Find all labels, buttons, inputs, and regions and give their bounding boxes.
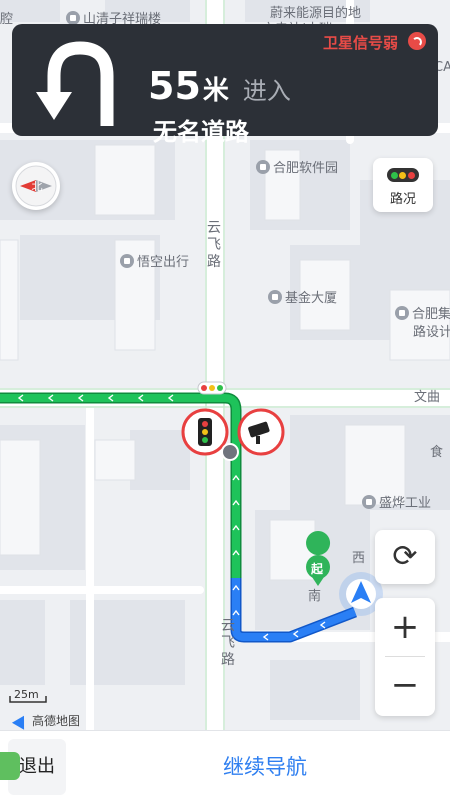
map-scale-bar xyxy=(9,696,47,703)
zoom-in-button[interactable]: + xyxy=(375,598,435,656)
amap-logo-icon xyxy=(11,712,31,730)
next-road-name: 无名道路 xyxy=(153,118,249,146)
map-label-xi: 西 xyxy=(352,551,366,566)
poi-icon xyxy=(395,306,409,320)
map-label-hefei-right: 合肥集 xyxy=(395,303,450,322)
map-label-software-park-text: 合肥软件园 xyxy=(273,161,339,176)
start-marker-label: 起 xyxy=(311,562,324,576)
distance-unit: 米 xyxy=(202,76,229,106)
navigation-banner[interactable]: 55米 进入 无名道路 卫星信号弱 xyxy=(12,24,438,146)
map-label-nan: 南 xyxy=(308,589,322,604)
refresh-icon: ⟳ xyxy=(392,539,418,574)
traffic-light-yellow xyxy=(399,171,407,179)
poi-icon xyxy=(362,495,376,509)
traffic-toggle-button[interactable]: 路况 xyxy=(373,158,433,212)
road-label-yunfei-top: 云飞路 xyxy=(207,220,221,270)
map-label-hefei-right-2: 路设计 xyxy=(413,325,450,340)
traffic-light-green xyxy=(390,171,398,179)
map-label-wukong-text: 悟空出行 xyxy=(137,255,190,270)
compass-icon[interactable]: 北 xyxy=(12,162,60,210)
map-label-food: 食 xyxy=(430,445,444,460)
traffic-light-icon xyxy=(387,168,419,182)
poi-icon xyxy=(120,254,134,268)
zoom-out-button[interactable]: − xyxy=(375,658,435,716)
poi-icon xyxy=(256,160,270,174)
road-label-yunfei-bottom: 云飞路 xyxy=(221,618,235,668)
maneuver-action: 进入 xyxy=(242,77,291,105)
gps-status-text: 卫星信号弱 xyxy=(322,34,398,52)
map-label-shengye: 盛烨工业 xyxy=(362,492,431,511)
map-label-software-park: 合肥软件园 xyxy=(256,157,338,176)
poi-icon xyxy=(268,290,282,304)
zoom-controls: + − xyxy=(375,598,435,716)
amap-brand: 高德地图 xyxy=(11,712,81,730)
map-label-fund-building-text: 基金大厦 xyxy=(285,291,338,306)
map-label-wukong: 悟空出行 xyxy=(120,251,189,270)
svg-text:北: 北 xyxy=(32,180,43,193)
traffic-label: 路况 xyxy=(389,192,416,207)
map-label-shengye-text: 盛烨工业 xyxy=(379,496,432,511)
satellite-signal-icon xyxy=(408,32,426,50)
bottom-action-bar: 退出 继续导航 xyxy=(0,730,450,800)
zoom-divider xyxy=(385,656,425,657)
map-label-hefei-right-text: 合肥集 xyxy=(412,307,450,322)
reroute-button[interactable]: ⟳ xyxy=(375,530,435,584)
continue-navigation-button[interactable]: 继续导航 xyxy=(86,739,444,795)
exit-handle[interactable] xyxy=(0,752,20,780)
poi-icon xyxy=(66,11,80,25)
u-turn-icon xyxy=(36,41,114,126)
map-label-top-left: 腔 xyxy=(0,12,14,27)
map-label-wenqu: 文曲 xyxy=(414,390,441,405)
map-label-fund-building: 基金大厦 xyxy=(268,287,337,306)
distance-value: 55 xyxy=(148,64,201,108)
traffic-light-red xyxy=(408,171,416,179)
distance-readout: 55米 进入 xyxy=(148,64,291,108)
amap-brand-text: 高德地图 xyxy=(32,714,81,728)
